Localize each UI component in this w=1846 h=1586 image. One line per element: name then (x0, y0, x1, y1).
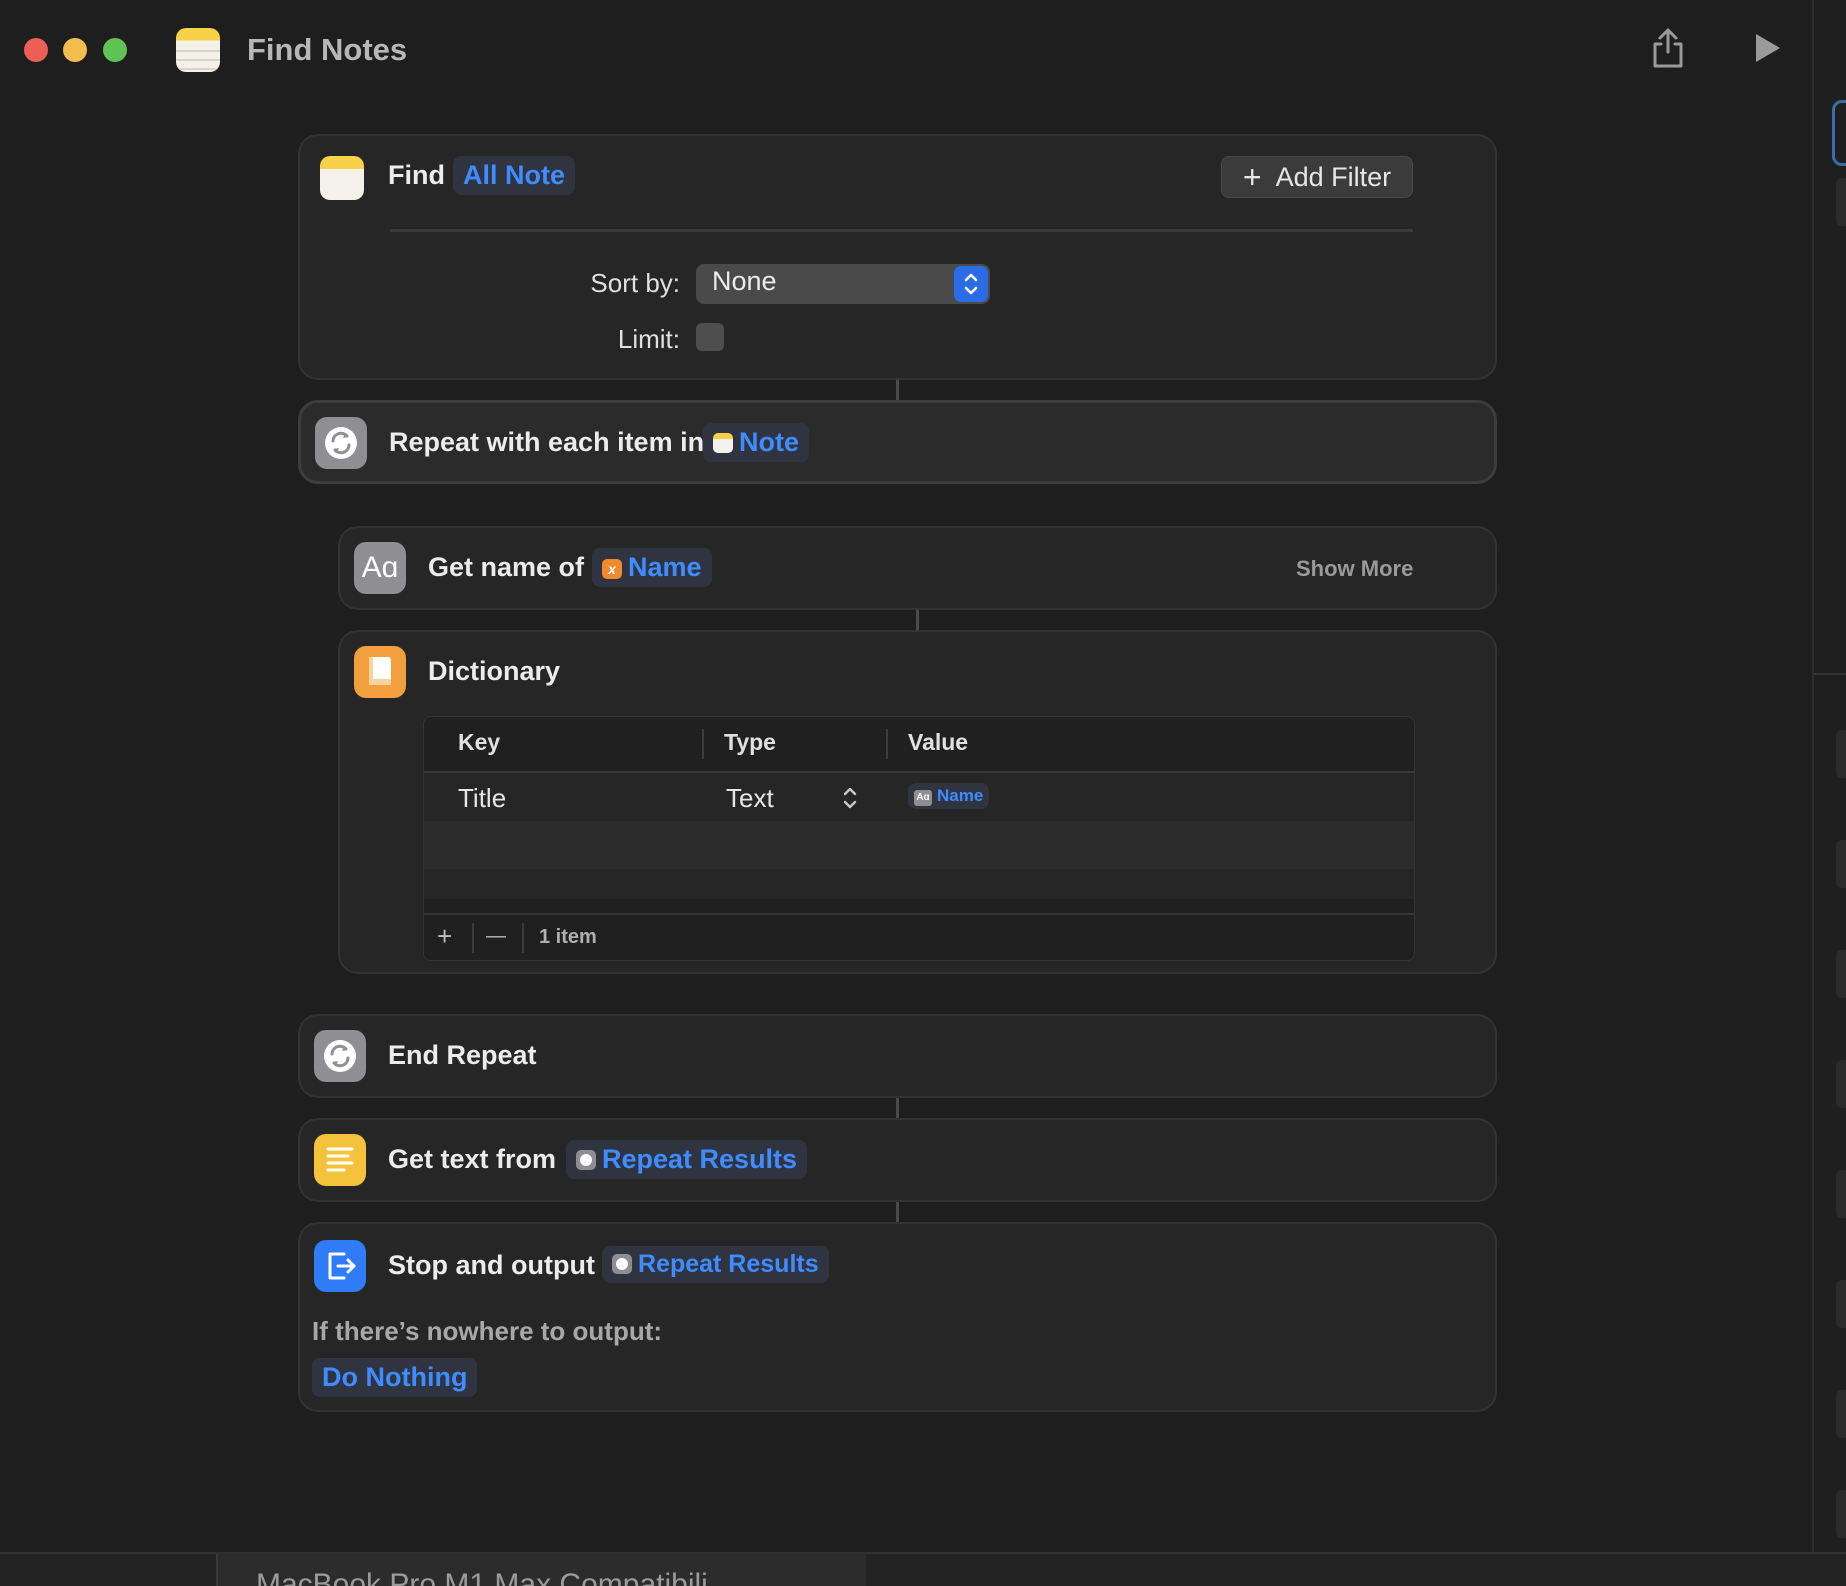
column-header-key: Key (458, 729, 501, 755)
panel-divider (1814, 673, 1846, 675)
get-text-action-card[interactable]: Get text from Repeat Results (298, 1118, 1497, 1202)
stop-output-label: Stop and output (388, 1250, 595, 1280)
show-more-button[interactable]: Show More (1296, 556, 1413, 582)
add-row-button[interactable]: + (437, 921, 452, 952)
add-filter-button[interactable]: + Add Filter (1221, 156, 1413, 198)
panel-item (1836, 1280, 1846, 1328)
panel-item (1836, 1060, 1846, 1108)
title-bar: Find Notes (0, 0, 1812, 100)
dictionary-table: Key Type Value Title Text Aɑ Name + — 1 … (423, 716, 1415, 961)
dictionary-icon (354, 646, 406, 698)
limit-label: Limit: (617, 324, 680, 354)
background-window: MacBook Pro M1 Max Compatibili (0, 1552, 1846, 1586)
shortcuts-window: Find Notes Find All Note + Add Filter So… (0, 0, 1812, 1552)
fallback-label: If there’s nowhere to output: (312, 1316, 663, 1346)
panel-item (1836, 1170, 1846, 1218)
find-label: Find (388, 160, 445, 190)
empty-row (424, 821, 1414, 869)
row-key-field[interactable]: Title (458, 783, 506, 814)
panel-item (1836, 178, 1846, 226)
window-title: Find Notes (247, 32, 408, 67)
repeat-input-token[interactable]: Note (703, 423, 809, 462)
dictionary-action-card[interactable]: Dictionary Key Type Value Title Text Aɑ N… (338, 630, 1497, 974)
repeat-icon (315, 417, 367, 469)
sort-by-value: None (712, 266, 777, 296)
get-name-input-label: Name (628, 552, 702, 582)
get-text-label: Get text from (388, 1144, 557, 1174)
variable-icon: x (602, 559, 622, 579)
end-repeat-action-card[interactable]: End Repeat (298, 1014, 1497, 1098)
empty-row (424, 869, 1414, 899)
footer-separator (522, 923, 524, 953)
play-icon[interactable] (1752, 30, 1784, 66)
repeat-icon (314, 1030, 366, 1082)
row-type-select[interactable]: Text (726, 783, 774, 814)
notes-app-icon (713, 433, 733, 453)
end-repeat-label: End Repeat (388, 1040, 537, 1070)
repeat-action-card[interactable]: Repeat with each item in Note (298, 400, 1497, 484)
column-header-value: Value (908, 729, 969, 755)
text-aa-icon: Aɑ (354, 542, 406, 594)
limit-checkbox[interactable] (696, 323, 724, 351)
text-lines-icon (314, 1134, 366, 1186)
repeat-label: Repeat with each item in (389, 427, 705, 457)
get-name-input-token[interactable]: x Name (592, 548, 712, 587)
filter-divider (390, 229, 1413, 232)
zoom-button[interactable] (103, 38, 127, 62)
row-value-token[interactable]: Aɑ Name (908, 783, 990, 809)
get-name-label: Get name of (428, 552, 585, 582)
connector-line (896, 1202, 899, 1222)
stop-output-input-token[interactable]: Repeat Results (602, 1246, 829, 1283)
item-count: 1 item (539, 926, 597, 948)
side-panel-edge (1812, 0, 1846, 1552)
remove-row-button[interactable]: — (486, 925, 506, 948)
sort-by-label: Sort by: (590, 268, 680, 298)
add-filter-label: Add Filter (1275, 161, 1392, 192)
background-tab-title: MacBook Pro M1 Max Compatibili (256, 1568, 708, 1586)
repeat-icon (576, 1150, 596, 1170)
panel-item (1836, 730, 1846, 778)
footer-divider (424, 913, 1414, 915)
repeat-input-label: Note (739, 427, 799, 457)
notes-app-icon (320, 156, 364, 200)
text-aa-icon: Aɑ (914, 790, 932, 806)
connector-line (896, 380, 899, 400)
share-icon[interactable] (1650, 26, 1686, 70)
panel-item (1836, 840, 1846, 888)
find-action-card[interactable]: Find All Note + Add Filter Sort by: None… (298, 134, 1497, 380)
fallback-option-token[interactable]: Do Nothing (312, 1358, 478, 1397)
connector-line (896, 1098, 899, 1118)
chevron-updown-icon (954, 266, 988, 302)
notes-app-icon (176, 28, 220, 72)
panel-item (1836, 950, 1846, 998)
footer-separator (472, 923, 474, 953)
sort-by-select[interactable]: None (696, 264, 990, 304)
plus-icon: + (1242, 159, 1262, 195)
column-separator (702, 729, 704, 759)
stop-output-input-label: Repeat Results (638, 1250, 819, 1278)
get-text-input-token[interactable]: Repeat Results (566, 1140, 808, 1179)
table-row[interactable]: Title Text Aɑ Name (424, 773, 1414, 821)
get-text-input-label: Repeat Results (602, 1144, 798, 1174)
panel-tab[interactable] (1832, 100, 1846, 166)
get-name-action-card[interactable]: Aɑ Get name of x Name Show More (338, 526, 1497, 610)
panel-item (1836, 1490, 1846, 1538)
dictionary-label: Dictionary (428, 656, 561, 686)
column-separator (886, 729, 888, 759)
connector-line (916, 610, 919, 630)
find-entity-token[interactable]: All Note (453, 156, 576, 195)
column-header-type: Type (724, 729, 776, 755)
exit-icon (314, 1240, 366, 1292)
stop-output-action-card[interactable]: Stop and output Repeat Results If there’… (298, 1222, 1497, 1412)
repeat-icon (612, 1254, 632, 1274)
close-button[interactable] (24, 38, 48, 62)
chevron-updown-icon[interactable] (842, 785, 858, 816)
minimize-button[interactable] (63, 38, 87, 62)
row-value-label: Name (937, 786, 984, 805)
panel-item (1836, 1390, 1846, 1438)
